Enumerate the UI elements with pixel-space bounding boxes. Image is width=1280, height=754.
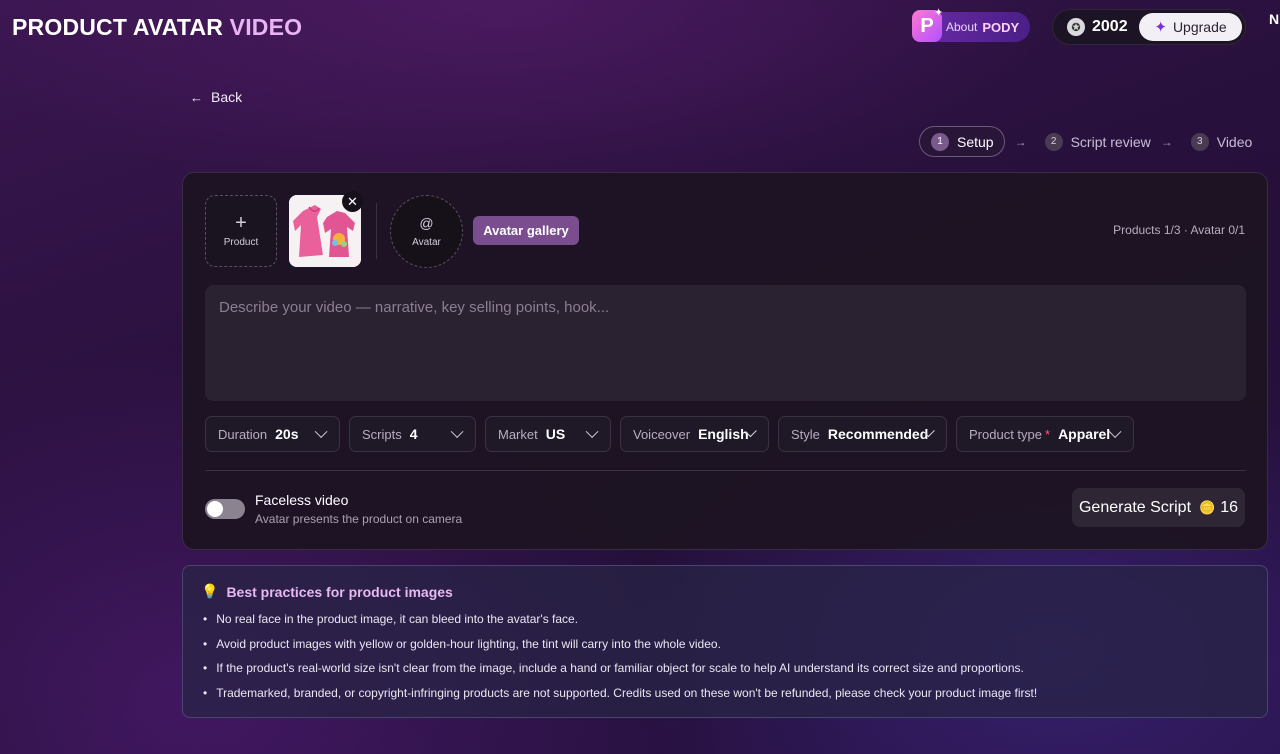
duration-label: Duration [218,426,268,442]
required-mark: * [1045,426,1051,442]
step-label: Video [1216,133,1253,150]
style-select[interactable]: Style Recommended [778,416,947,452]
user-menu-initial[interactable]: N [1269,11,1279,27]
step-video[interactable]: 3 Video [1190,132,1253,151]
list-item: If the product's real-world size isn't c… [203,661,1037,686]
product-type-label-text: Product type [969,426,1042,442]
chevron-down-icon [314,424,328,438]
credits-count: 2002 [1092,18,1128,35]
best-practices-panel: 💡 Best practices for product images No r… [182,565,1268,718]
step-number: 3 [1190,132,1209,151]
about-brand: PODY [982,19,1020,35]
about-label: About [946,20,978,34]
page-title-accent: VIDEO [229,14,303,40]
upgrade-button[interactable]: ✦ Upgrade [1139,13,1242,41]
arrow-left-icon: ← [190,89,203,105]
scripts-select[interactable]: Scripts 4 [349,416,476,452]
close-icon: ✕ [347,193,358,209]
scripts-label: Scripts [362,426,402,442]
voiceover-select[interactable]: Voiceover English [620,416,769,452]
chevron-down-icon [585,424,599,438]
arrow-right-icon: → [1014,134,1027,149]
generate-script-button[interactable]: Generate Script 🪙 16 [1072,488,1245,527]
arrow-right-icon: → [1160,134,1173,149]
coins-icon: 🪙 [1199,499,1216,515]
scripts-value: 4 [409,426,418,442]
options-row: Duration 20s Scripts 4 Market US Voiceov… [205,416,1143,452]
page-title: PRODUCT AVATAR VIDEO [12,14,302,41]
chevron-down-icon [1108,424,1122,438]
market-label: Market [498,426,538,442]
upgrade-label: Upgrade [1172,19,1227,35]
add-avatar-button[interactable]: @ Avatar [390,195,463,268]
step-number: 1 [931,132,949,151]
stepper: 1 Setup → 2 Script review → 3 Video [919,126,1252,157]
style-value: Recommended [827,426,929,442]
product-type-select[interactable]: Product type * Apparel [956,416,1134,452]
video-description-input[interactable] [205,285,1246,401]
market-select[interactable]: Market US [485,416,611,452]
lightbulb-icon: 💡 [201,583,219,599]
add-product-label: Product [223,237,259,248]
avatar-label: Avatar [412,237,441,248]
credits-box: ✪ 2002 ✦ Upgrade [1052,9,1246,45]
best-practices-header: 💡 Best practices for product images [201,583,453,600]
back-label: Back [211,89,243,105]
step-setup[interactable]: 1 Setup [919,126,1005,157]
faceless-video-toggle[interactable] [205,499,245,519]
step-number: 2 [1044,132,1063,151]
divider [205,470,1246,471]
duration-select[interactable]: Duration 20s [205,416,340,452]
list-item: Avoid product images with yellow or gold… [203,637,1037,662]
sparkle-icon: ✦ [934,7,944,19]
duration-value: 20s [275,426,299,442]
divider [376,203,377,259]
at-sign-icon: @ [419,215,434,231]
setup-panel: + Product ✕ @ Avatar Avatar gallery Prod… [182,172,1268,550]
list-item: Trademarked, branded, or copyright-infri… [203,686,1037,711]
market-value: US [545,426,566,442]
remove-product-button[interactable]: ✕ [342,191,363,212]
step-script-review[interactable]: 2 Script review [1044,132,1151,151]
list-item: No real face in the product image, it ca… [203,612,1037,637]
voiceover-value: English [698,426,749,442]
toggle-knob [207,501,223,517]
product-type-label: Product type * [969,427,1050,442]
faceless-video-subtitle: Avatar presents the product on camera [255,512,463,526]
plus-icon: + [235,212,247,234]
step-label: Setup [957,133,994,150]
best-practices-list: No real face in the product image, it ca… [203,612,1037,710]
about-pody-button[interactable]: P ✦ About PODY [912,7,1030,42]
style-label: Style [791,426,820,442]
faceless-video-title: Faceless video [255,492,349,508]
add-product-button[interactable]: + Product [205,195,277,267]
page-title-main: PRODUCT AVATAR [12,14,224,40]
credits-coin-icon: ✪ [1067,18,1085,36]
step-label: Script review [1070,133,1151,150]
best-practices-title: Best practices for product images [226,583,453,600]
avatar-gallery-button[interactable]: Avatar gallery [473,216,579,245]
voiceover-label: Voiceover [633,426,691,442]
product-type-value: Apparel [1058,426,1111,442]
selection-counts: Products 1/3 · Avatar 0/1 [1113,223,1245,237]
generate-script-cost: 16 [1220,498,1239,516]
generate-script-label: Generate Script [1078,498,1192,516]
back-link[interactable]: ← Back [190,89,242,105]
sparkle-icon: ✦ [1154,19,1167,36]
chevron-down-icon [450,424,464,438]
